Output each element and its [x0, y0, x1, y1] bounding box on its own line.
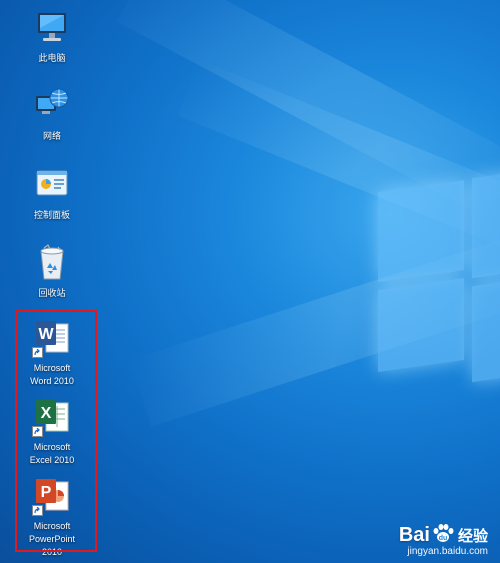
watermark-brand: Bai	[398, 524, 430, 546]
logo-pane	[378, 179, 464, 283]
desktop-icon-this-pc[interactable]: 此电脑	[18, 8, 86, 65]
logo-pane	[378, 277, 464, 373]
recycle-bin-icon	[32, 243, 72, 283]
highlight-box	[15, 310, 97, 552]
desktop-icon-control-panel[interactable]: 控制面板	[18, 165, 86, 222]
watermark-brand-suffix: 经验	[457, 528, 488, 545]
desktop-icon-network[interactable]: 网络	[18, 86, 86, 143]
network-icon	[32, 86, 72, 126]
windows-logo	[350, 150, 500, 390]
svg-text:du: du	[439, 535, 448, 542]
control-panel-icon	[32, 165, 72, 205]
icon-label: 控制面板	[33, 210, 70, 220]
watermark-url: jingyan.baidu.com	[407, 546, 488, 557]
desktop-background: 此电脑 网络 控制面板 回收站 W Microsoft Word 2010 X …	[0, 0, 500, 563]
paw-icon: du	[432, 523, 454, 548]
computer-icon	[32, 8, 72, 48]
icon-label: 回收站	[38, 288, 66, 298]
icon-label: 此电脑	[38, 53, 66, 63]
watermark: Bai du 经验 jingyan.baidu.com	[399, 523, 488, 557]
logo-pane	[472, 169, 500, 279]
icon-label: 网络	[42, 131, 61, 141]
logo-pane	[472, 277, 500, 383]
desktop-icon-recycle-bin[interactable]: 回收站	[18, 243, 86, 300]
